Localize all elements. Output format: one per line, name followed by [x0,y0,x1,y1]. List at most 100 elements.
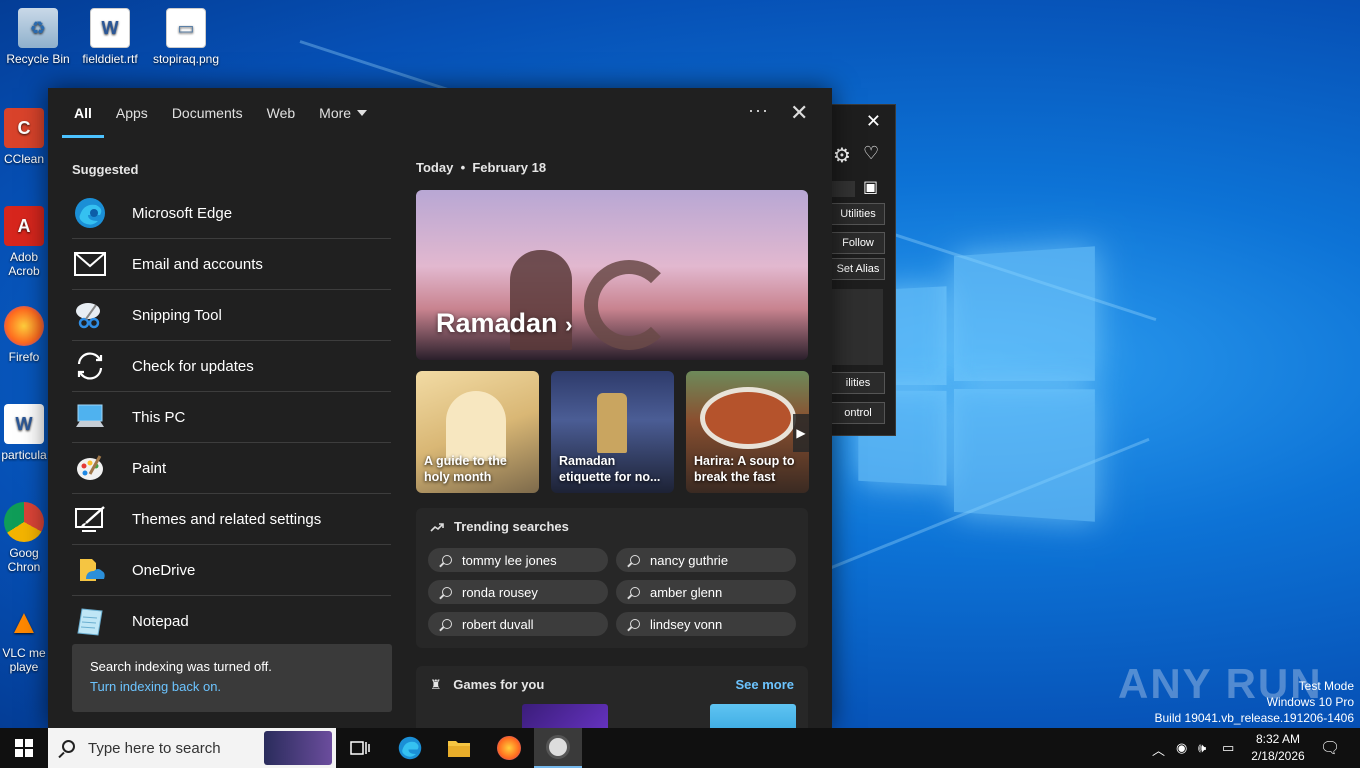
volume-icon[interactable]: 🕪 [1198,740,1206,756]
tool-set-alias-button[interactable]: Set Alias [831,258,885,280]
tool-field[interactable] [831,181,855,197]
sync-icon [72,350,108,382]
suggested-item-edge[interactable]: Microsoft Edge [72,188,391,239]
suggested-item-themes[interactable]: Themes and related settings [72,494,391,545]
see-more-link[interactable]: See more [735,677,794,692]
tab-apps[interactable]: Apps [104,88,160,138]
build-info: Test Mode Windows 10 Pro Build 19041.vb_… [1155,678,1355,726]
suggested-item-onedrive[interactable]: OneDrive [72,545,391,596]
suggested-label: This PC [132,408,186,426]
firefox-icon [497,736,521,760]
tab-all[interactable]: All [62,88,104,138]
palette-icon [72,452,108,484]
chevron-up-icon[interactable]: ︿ [1152,740,1165,759]
suggested-item-this-pc[interactable]: This PC [72,392,391,443]
trending-chip[interactable]: lindsey vonn [616,612,796,636]
soup-bowl-illustration [700,387,796,449]
image-file-icon: ▭ [166,8,206,48]
edge-icon [398,736,422,760]
taskbar-search-placeholder: Type here to search [88,739,221,757]
suggested-item-snipping[interactable]: Snipping Tool [72,290,391,341]
test-mode-label: Test Mode [1298,679,1354,693]
theme-brush-icon [72,503,108,535]
desktop-icon-particula[interactable]: W particula [0,404,48,462]
windows-start-icon [15,739,33,757]
desktop-icon-fielddiet[interactable]: W fielddiet.rtf [72,8,148,66]
trending-chip[interactable]: nancy guthrie [616,548,796,572]
card-holy-month-guide[interactable]: A guide to the holy month [416,371,539,493]
close-icon[interactable]: ✕ [790,100,808,126]
desktop-icon-firefox[interactable]: Firefo [0,306,48,364]
desktop-icon-vlc[interactable]: ▲ VLC me playe [0,602,48,675]
chip-label: ronda rousey [462,584,538,600]
network-icon[interactable]: ▭ [1222,740,1234,756]
game-thumbnail[interactable] [522,704,608,728]
taskbar-firefox[interactable] [485,728,533,768]
heart-hand-icon[interactable]: ♡ [863,143,879,164]
tab-documents[interactable]: Documents [160,88,255,138]
taskbar: Type here to search ︿ ◉ 🕪 ▭ 8:32 AM 2/18… [0,728,1360,768]
trending-chip[interactable]: amber glenn [616,580,796,604]
folder-icon [448,741,470,757]
notification-icon[interactable]: 🗨 [1320,738,1340,758]
gear-icon[interactable]: ⚙ [833,143,851,168]
taskbar-clock[interactable]: 8:32 AM 2/18/2026 [1240,731,1316,765]
desktop-icon-chrome[interactable]: Goog Chron [0,502,48,574]
suggested-item-updates[interactable]: Check for updates [72,341,391,392]
games-header: ♜ Games for you [430,677,544,693]
tab-more[interactable]: More [307,88,379,138]
chevron-right-icon[interactable]: ▶ [793,414,809,452]
card-ramadan-etiquette[interactable]: Ramadan etiquette for no... [551,371,674,493]
search-icon [442,619,452,629]
game-thumbnail[interactable] [710,704,796,728]
chip-label: amber glenn [650,584,723,600]
recycle-bin-icon: ♻ [18,8,58,48]
tool-follow-button[interactable]: Follow [831,232,885,254]
card-illustration [446,391,506,461]
bullet-separator: • [456,160,473,175]
suggested-label: Email and accounts [132,255,263,273]
clock-time: 8:32 AM [1255,732,1301,746]
card-text: Ramadan etiquette for no... [559,454,661,484]
trending-chip[interactable]: robert duvall [428,612,608,636]
search-icon [442,587,452,597]
task-view-button[interactable] [336,728,384,768]
taskbar-edge[interactable] [386,728,434,768]
indexing-notice: Search indexing was turned off. Turn ind… [72,644,392,712]
trending-chip[interactable]: tommy lee jones [428,548,608,572]
turn-indexing-on-link[interactable]: Turn indexing back on. [90,679,374,694]
card-harira-soup[interactable]: Harira: A soup to break the fast [686,371,809,493]
meet-now-icon[interactable]: ◉ [1176,740,1187,756]
tool-utilities-button[interactable]: Utilities [831,203,885,225]
tool-close-icon[interactable]: ✕ [866,111,881,132]
suggested-item-email[interactable]: Email and accounts [72,239,391,290]
taskbar-search-box[interactable]: Type here to search [48,728,336,768]
suggested-item-notepad[interactable]: Notepad [72,596,391,647]
save-icon[interactable]: ▣ [863,177,878,197]
trending-chip[interactable]: ronda rousey [428,580,608,604]
gamepad-icon: ♜ [430,677,442,692]
chevron-down-icon [357,110,368,116]
suggested-label: Snipping Tool [132,306,222,324]
desktop-icon-recycle-bin[interactable]: ♻ Recycle Bin [0,8,76,66]
desktop-icon-ccleaner[interactable]: C CClean [0,108,48,166]
tool-panel [831,289,883,365]
tool-utilities-button-2[interactable]: ilities [831,372,885,394]
more-options-button[interactable]: ··· [748,100,769,121]
suggested-title: Suggested [72,162,139,177]
desktop-icon-stopiraq[interactable]: ▭ stopiraq.png [148,8,224,66]
suggested-item-paint[interactable]: Paint [72,443,391,494]
crescent-illustration [584,260,674,350]
desktop-icon-acrobat[interactable]: A Adob Acrob [0,206,48,278]
taskbar-file-explorer[interactable] [435,728,483,768]
start-button[interactable] [0,728,48,768]
suggested-list: Microsoft Edge Email and accounts Snippi… [72,188,391,647]
trending-title: Trending searches [454,519,569,534]
search-tabs: All Apps Documents Web More [62,88,379,138]
tool-control-button[interactable]: ontrol [831,402,885,424]
taskbar-active-app[interactable] [534,728,582,768]
word-document-icon: W [90,8,130,48]
games-title: Games for you [453,677,545,692]
ramadan-hero-card[interactable]: Ramadan › [416,190,808,360]
tab-web[interactable]: Web [255,88,308,138]
